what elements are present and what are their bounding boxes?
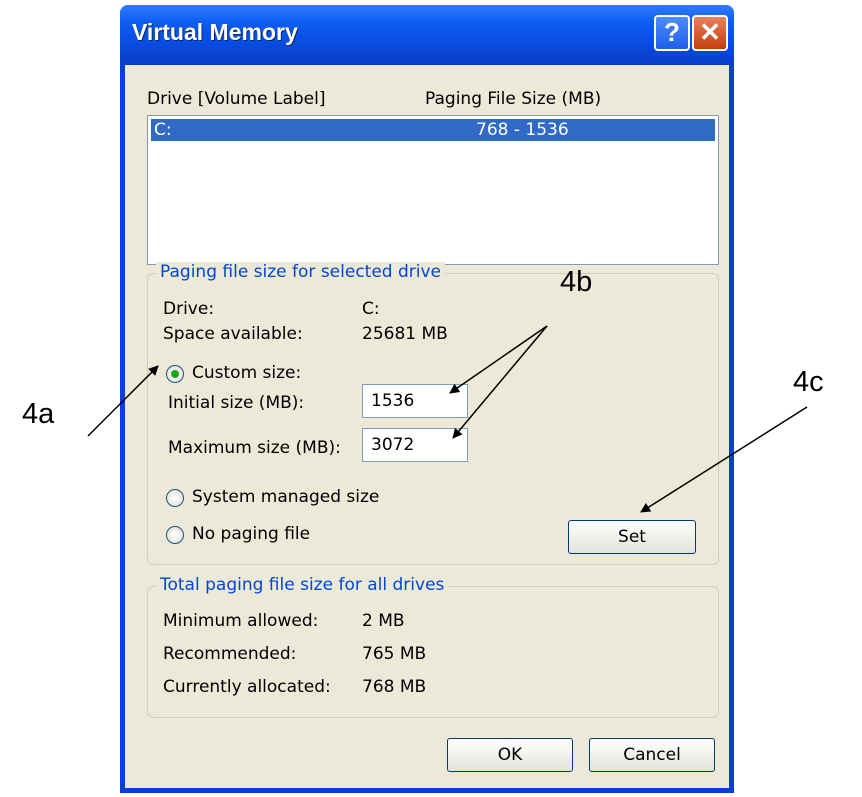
arrow-4a: [87, 365, 159, 437]
annotation-arrows: [87, 325, 808, 513]
arrow-4c: [640, 406, 808, 513]
